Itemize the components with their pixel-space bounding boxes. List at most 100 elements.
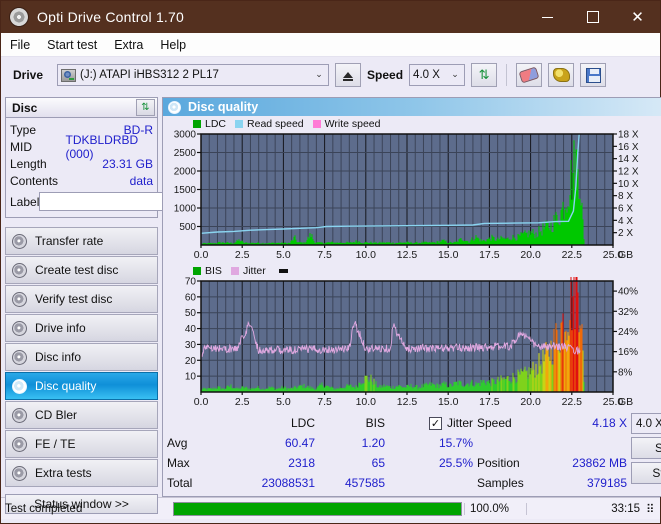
speed-readout-value: 4.18 X [592, 416, 627, 430]
sidebar-item-create-test-disc[interactable]: Create test disc [5, 256, 158, 284]
stats-header-jitter: Jitter [446, 416, 473, 430]
svg-text:20: 20 [185, 356, 197, 367]
readout-spacer [477, 433, 627, 453]
maximize-icon[interactable] [570, 1, 615, 33]
svg-text:GB: GB [618, 396, 633, 408]
menu-item-start-test[interactable]: Start test [47, 36, 106, 54]
test-speed-select[interactable]: 4.0 X ⌄ [631, 413, 661, 434]
window-controls: ✕ [525, 1, 660, 33]
resize-grip-icon[interactable]: ⠿ [646, 502, 660, 516]
start-part-button[interactable]: Start part [631, 462, 661, 484]
bitsetting-button[interactable] [548, 63, 575, 87]
progress-percent: 100.0% [464, 502, 526, 515]
eject-icon [343, 72, 354, 81]
svg-text:60: 60 [185, 292, 197, 303]
menu-item-extra[interactable]: Extra [114, 36, 152, 54]
stats-readouts: Speed 4.18 X Position 23862 MB Samples 3… [477, 413, 627, 490]
jitter-checkbox[interactable]: ✓ [428, 416, 442, 430]
sidebar-item-label: CD Bler [35, 408, 78, 422]
svg-text:8%: 8% [618, 367, 633, 378]
stats-total-ldc: 23088531 [261, 476, 315, 490]
minimize-icon[interactable] [525, 1, 570, 33]
disc-row-contents: Contents data [10, 172, 153, 189]
progress-bar [173, 501, 462, 516]
speed-select-value: 4.0 X [413, 69, 440, 81]
disc-value: data [129, 173, 153, 188]
stats-table: LDC BIS ✓ Jitter Avg 60.47 1.20 15.7% Ma… [167, 413, 477, 490]
sidebar-item-drive-info[interactable]: Drive info [5, 314, 158, 342]
table-row: Avg 60.47 1.20 15.7% [167, 433, 477, 453]
speed-label: Speed [367, 68, 404, 82]
legend-label-bis: BIS [205, 264, 222, 277]
disc-key: MID [10, 139, 32, 154]
table-row: Total 23088531 457585 [167, 473, 477, 493]
disc-icon [168, 100, 181, 114]
stats-row-label: Total [167, 476, 193, 490]
readout-samples: Samples 379185 [477, 473, 627, 493]
close-icon[interactable]: ✕ [615, 1, 660, 33]
stats-panel: LDC BIS ✓ Jitter Avg 60.47 1.20 15.7% Ma… [165, 411, 661, 490]
svg-text:7.5: 7.5 [317, 396, 332, 408]
refresh-icon: ⇅ [141, 102, 150, 113]
svg-text:5.0: 5.0 [276, 249, 291, 261]
svg-text:10.0: 10.0 [356, 249, 377, 261]
svg-text:14 X: 14 X [618, 154, 639, 165]
speed-select[interactable]: 4.0 X ⌄ [409, 64, 466, 86]
svg-text:22.5: 22.5 [562, 396, 583, 408]
menu-item-help[interactable]: Help [160, 36, 195, 54]
svg-text:8 X: 8 X [618, 191, 633, 202]
svg-text:15.0: 15.0 [438, 396, 459, 408]
readout-position: Position 23862 MB [477, 453, 627, 473]
menu-item-file[interactable]: File [10, 36, 39, 54]
right-column: Disc quality LDC Read speed Write speed … [161, 93, 661, 497]
svg-text:3000: 3000 [174, 130, 197, 141]
page-title: Disc quality [188, 100, 259, 114]
disc-key: Length [10, 156, 47, 171]
svg-text:22.5: 22.5 [562, 249, 583, 261]
position-readout-label: Position [477, 456, 520, 470]
sidebar-item-fe-te[interactable]: FE / TE [5, 430, 158, 458]
jitter-checkbox-group[interactable]: ✓ Jitter [385, 416, 473, 430]
svg-text:24%: 24% [618, 327, 638, 338]
sidebar-item-disc-quality[interactable]: Disc quality [5, 372, 158, 400]
svg-text:1500: 1500 [174, 185, 197, 196]
legend-marker-extra [278, 268, 288, 273]
sidebar-item-disc-info[interactable]: Disc info [5, 343, 158, 371]
svg-text:10: 10 [185, 372, 197, 383]
svg-text:30: 30 [185, 340, 197, 351]
sidebar-item-label: Drive info [35, 321, 86, 335]
start-full-button[interactable]: Start full [631, 437, 661, 459]
drive-select-value: (J:) ATAPI iHBS312 2 PL17 [80, 69, 219, 81]
bis-jitter-chart: 10 20 30 40 50 60 70 8% 16% 24% 32% 40% 0.0 2.5 5.0 7.5… [165, 277, 661, 411]
speed-readout-label: Speed [477, 416, 512, 430]
disc-quality-header: Disc quality [162, 97, 661, 116]
disc-refresh-button[interactable]: ⇅ [136, 99, 155, 116]
sidebar-item-label: FE / TE [35, 437, 76, 451]
sidebar-item-cd-bler[interactable]: CD Bler [5, 401, 158, 429]
svg-text:15.0: 15.0 [438, 249, 459, 261]
toolbar-divider [506, 64, 508, 86]
drive-select[interactable]: (J:) ATAPI iHBS312 2 PL17 ⌄ [57, 64, 330, 86]
svg-text:6 X: 6 X [618, 204, 633, 215]
disc-icon [12, 291, 27, 307]
save-button[interactable] [580, 63, 607, 87]
legend-label-ldc: LDC [205, 117, 227, 130]
svg-text:2000: 2000 [174, 167, 197, 178]
stats-max-jitter: 25.5% [438, 456, 473, 470]
erase-button[interactable] [516, 63, 543, 87]
disc-key: Contents [10, 173, 59, 188]
legend-swatch-jitter [230, 266, 239, 275]
svg-text:16 X: 16 X [618, 142, 639, 153]
menu-bar: File Start test Extra Help [1, 33, 660, 57]
sidebar-item-extra-tests[interactable]: Extra tests [5, 459, 158, 487]
window-title: Opti Drive Control 1.70 [37, 9, 184, 25]
content-area: Disc ⇅ Type BD-R MID TDKBLDRBD (000) Len… [1, 93, 661, 514]
sidebar-item-transfer-rate[interactable]: Transfer rate [5, 227, 158, 255]
sidebar-item-verify-test-disc[interactable]: Verify test disc [5, 285, 158, 313]
svg-text:2.5: 2.5 [235, 249, 250, 261]
sidebar-item-label: Transfer rate [35, 234, 104, 248]
refresh-button[interactable]: ⇅ [471, 63, 498, 87]
drive-label: Drive [13, 68, 44, 82]
eject-button[interactable] [335, 63, 362, 87]
svg-text:0.0: 0.0 [194, 396, 209, 408]
